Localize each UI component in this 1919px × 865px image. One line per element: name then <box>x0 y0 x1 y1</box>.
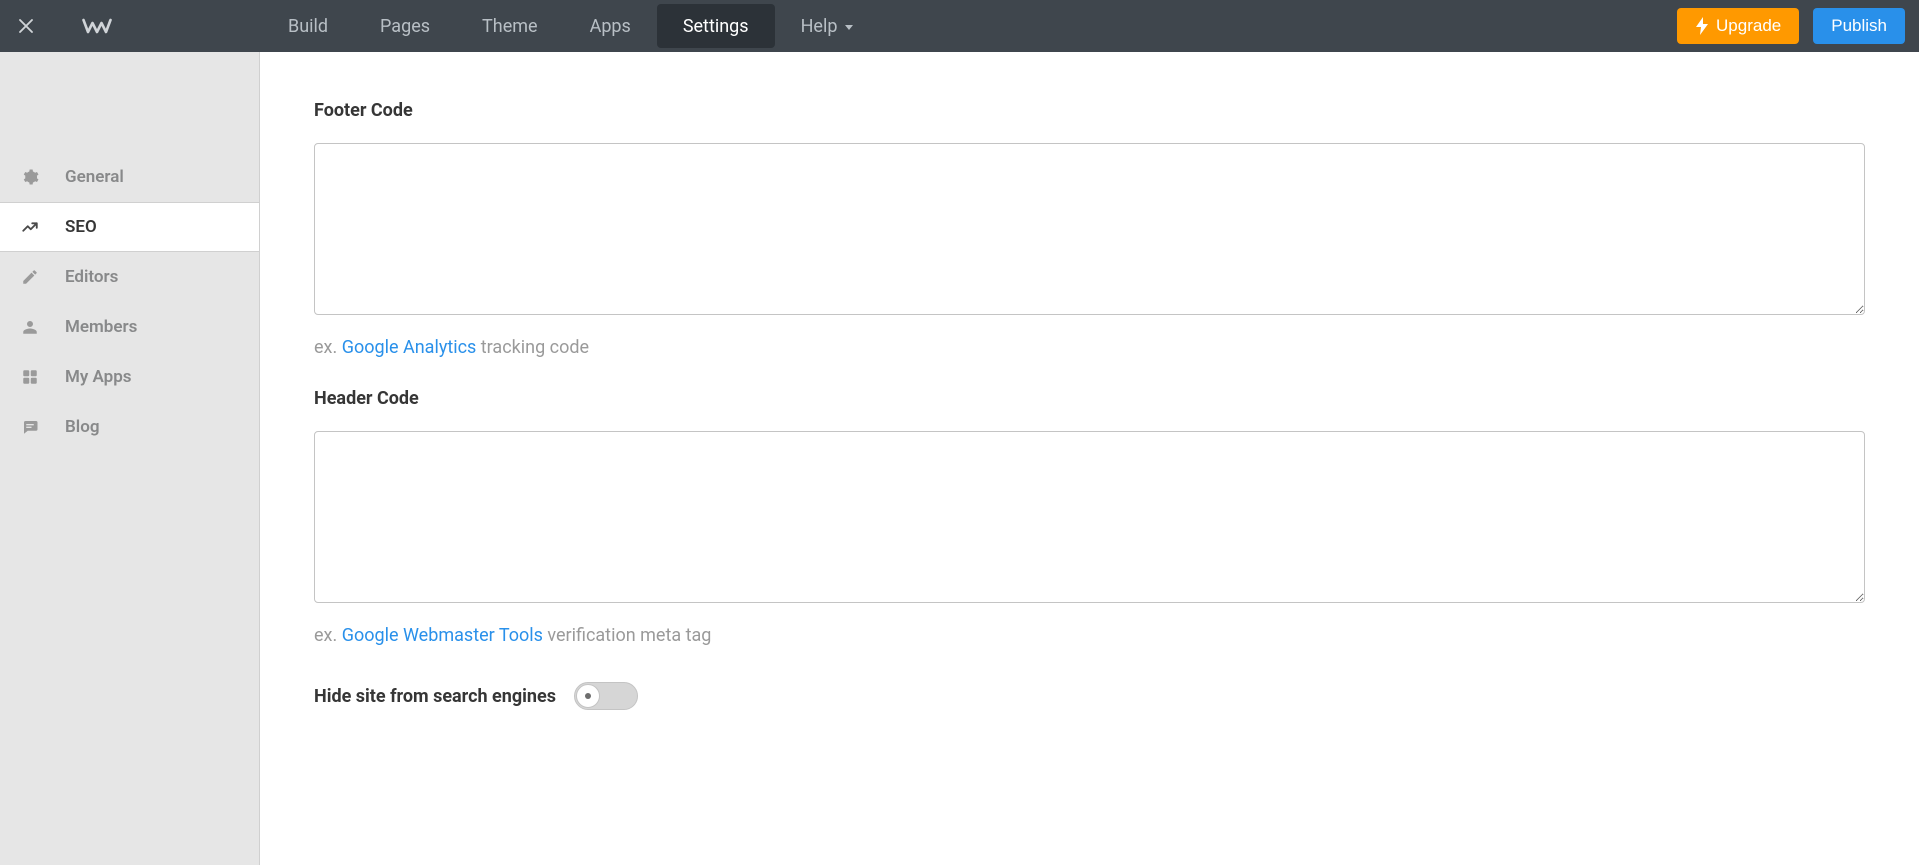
topbar: Build Pages Theme Apps Settings Help Upg… <box>0 0 1919 52</box>
sidebar-item-blog[interactable]: Blog <box>0 402 259 452</box>
sidebar-item-label: Members <box>65 317 137 337</box>
upgrade-button[interactable]: Upgrade <box>1677 8 1799 44</box>
publish-button[interactable]: Publish <box>1813 8 1905 44</box>
nav-label: Build <box>288 16 328 37</box>
nav-build[interactable]: Build <box>262 0 354 52</box>
lightning-icon <box>1695 17 1709 35</box>
close-icon <box>17 17 35 35</box>
toggle-knob <box>576 684 600 708</box>
nav-label: Help <box>801 16 838 37</box>
sidebar-item-myapps[interactable]: My Apps <box>0 352 259 402</box>
sidebar-item-label: Editors <box>65 267 118 287</box>
sidebar-item-general[interactable]: General <box>0 152 259 202</box>
google-analytics-link[interactable]: Google Analytics <box>342 337 477 358</box>
logo-icon <box>82 14 112 38</box>
person-icon <box>21 318 65 336</box>
sidebar-item-label: Blog <box>65 417 100 437</box>
sidebar-item-label: My Apps <box>65 367 132 387</box>
footer-code-section: Footer Code ex. Google Analytics trackin… <box>314 100 1865 358</box>
header-code-label: Header Code <box>314 388 1865 409</box>
sidebar-item-members[interactable]: Members <box>0 302 259 352</box>
pencil-icon <box>21 268 65 286</box>
sidebar-item-label: SEO <box>65 217 97 237</box>
nav-label: Settings <box>683 16 749 37</box>
helper-prefix: ex. <box>314 337 342 358</box>
trend-icon <box>21 218 65 236</box>
upgrade-label: Upgrade <box>1716 16 1781 36</box>
header-code-helper: ex. Google Webmaster Tools verification … <box>314 625 1865 646</box>
google-webmaster-tools-link[interactable]: Google Webmaster Tools <box>342 625 543 646</box>
hide-site-row: Hide site from search engines <box>314 682 1865 710</box>
footer-code-input[interactable] <box>314 143 1865 315</box>
nav-theme[interactable]: Theme <box>456 0 564 52</box>
main: General SEO Editors Members My Apps Blog… <box>0 52 1919 865</box>
nav-pages[interactable]: Pages <box>354 0 456 52</box>
gear-icon <box>21 168 65 186</box>
nav-apps[interactable]: Apps <box>564 0 657 52</box>
nav-label: Pages <box>380 16 430 37</box>
speech-icon <box>21 418 65 436</box>
nav-label: Theme <box>482 16 538 37</box>
topbar-right: Upgrade Publish <box>1677 8 1919 44</box>
nav-items: Build Pages Theme Apps Settings Help <box>262 0 879 52</box>
nav-help[interactable]: Help <box>775 0 880 52</box>
footer-code-label: Footer Code <box>314 100 1865 121</box>
content: Footer Code ex. Google Analytics trackin… <box>260 52 1919 865</box>
header-code-section: Header Code ex. Google Webmaster Tools v… <box>314 388 1865 646</box>
helper-suffix: verification meta tag <box>543 625 711 646</box>
header-code-input[interactable] <box>314 431 1865 603</box>
sidebar-item-label: General <box>65 167 124 187</box>
helper-prefix: ex. <box>314 625 342 646</box>
weebly-logo[interactable] <box>52 0 142 52</box>
sidebar-item-editors[interactable]: Editors <box>0 252 259 302</box>
nav-settings[interactable]: Settings <box>657 4 775 48</box>
hide-site-label: Hide site from search engines <box>314 686 556 707</box>
apps-icon <box>21 368 65 386</box>
nav-label: Apps <box>590 16 631 37</box>
topbar-left: Build Pages Theme Apps Settings Help <box>0 0 879 52</box>
helper-suffix: tracking code <box>476 337 589 358</box>
hide-site-toggle[interactable] <box>574 682 638 710</box>
sidebar-item-seo[interactable]: SEO <box>0 202 259 252</box>
sidebar: General SEO Editors Members My Apps Blog <box>0 52 260 865</box>
publish-label: Publish <box>1831 16 1887 36</box>
close-button[interactable] <box>0 0 52 52</box>
footer-code-helper: ex. Google Analytics tracking code <box>314 337 1865 358</box>
